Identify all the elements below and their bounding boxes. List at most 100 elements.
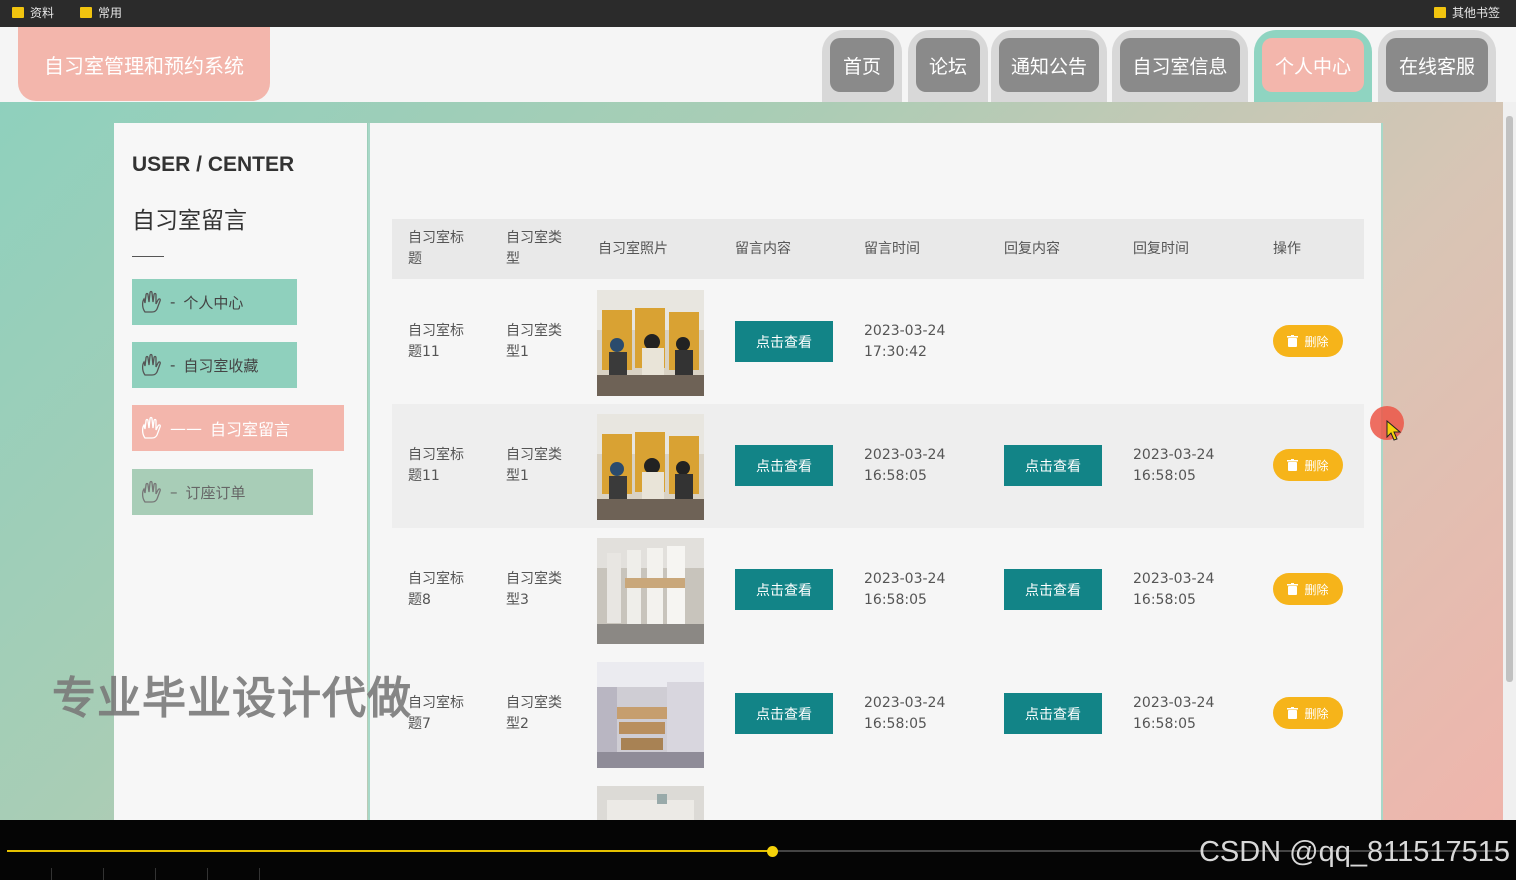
sidebar-item-label: 个人中心 xyxy=(183,293,244,312)
message-time: 2023-03-24 16:58:05 xyxy=(864,571,946,608)
reply-time: 2023-03-24 16:58:05 xyxy=(1133,447,1215,484)
view-message-button[interactable]: 点击查看 xyxy=(735,693,833,734)
column-header: 留言内容 xyxy=(735,240,791,257)
nav-label: 个人中心 xyxy=(1262,38,1364,92)
bookmarks-bar: 资料 常用 其他书签 xyxy=(0,0,1516,27)
trash-icon xyxy=(1287,459,1299,471)
hand-icon xyxy=(141,290,161,313)
main-panel: 自习室标题 自习室类型 自习室照片 留言内容 留言时间 回复内容 回复时间 操作… xyxy=(368,123,1383,820)
item-dash: - xyxy=(170,293,176,311)
nav-label: 首页 xyxy=(830,38,894,92)
sidebar-item-label: 订座订单 xyxy=(185,483,246,502)
view-reply-button[interactable]: 点击查看 xyxy=(1004,693,1102,734)
delete-label: 删除 xyxy=(1304,706,1329,721)
sidebar-item-user-center[interactable]: - 个人中心 xyxy=(132,279,297,325)
column-header: 自习室照片 xyxy=(598,240,668,257)
room-photo xyxy=(597,662,704,768)
room-title: 自习室标题7 xyxy=(408,695,464,732)
delete-button[interactable]: 删除 xyxy=(1273,573,1343,605)
room-title: 自习室标题11 xyxy=(408,447,464,484)
other-bookmarks[interactable]: 其他书签 xyxy=(1434,4,1500,21)
trash-icon xyxy=(1287,707,1299,719)
delete-button[interactable]: 删除 xyxy=(1273,449,1343,481)
table-row: 自习室标题7 自习室类型2 点击查看 2023-03-24 16:58:05 点… xyxy=(392,652,1364,776)
player-controls xyxy=(0,868,260,880)
room-type: 自习室类型1 xyxy=(506,323,562,360)
table-row: 自习室标题8 自习室类型3 点击查看 2023-03-24 16:58:05 点… xyxy=(392,528,1364,652)
trash-icon xyxy=(1287,335,1299,347)
vertical-scrollbar[interactable] xyxy=(1503,102,1516,820)
nav-room-info[interactable]: 自习室信息 xyxy=(1112,30,1248,102)
bookmark-folder[interactable]: 常用 xyxy=(80,4,122,21)
hand-icon xyxy=(141,416,161,439)
folder-icon xyxy=(12,7,24,18)
trash-icon xyxy=(1287,583,1299,595)
message-time: 2023-03-24 17:30:42 xyxy=(864,323,946,360)
nav-label: 自习室信息 xyxy=(1120,38,1240,92)
message-time: 2023-03-24 16:58:05 xyxy=(864,695,946,732)
sidebar-item-seat-orders[interactable]: – 订座订单 xyxy=(132,469,313,515)
nav-notices[interactable]: 通知公告 xyxy=(991,30,1107,102)
progress-played xyxy=(7,850,772,852)
room-type: 自习室类型1 xyxy=(506,447,562,484)
room-photo xyxy=(597,786,704,820)
column-header: 回复内容 xyxy=(1004,240,1060,257)
hand-icon xyxy=(141,353,161,376)
csdn-watermark: CSDN @qq_811517515 xyxy=(1198,836,1510,868)
column-header: 操作 xyxy=(1273,240,1301,257)
nav-label: 论坛 xyxy=(916,38,980,92)
column-header: 自习室标题 xyxy=(408,230,464,267)
delete-button[interactable]: 删除 xyxy=(1273,325,1343,357)
folder-icon xyxy=(1434,7,1446,18)
bookmark-label: 其他书签 xyxy=(1452,6,1501,20)
room-type: 自习室类型3 xyxy=(506,571,562,608)
overlay-text: 专业毕业设计代做 xyxy=(52,673,412,724)
table-header: 自习室标题 自习室类型 自习室照片 留言内容 留言时间 回复内容 回复时间 操作 xyxy=(392,219,1364,279)
site-header: 自习室管理和预约系统 首页 论坛 通知公告 自习室信息 个人中心 在线客服 xyxy=(0,27,1516,102)
nav-forum[interactable]: 论坛 xyxy=(908,30,988,102)
room-type: 自习室类型2 xyxy=(506,695,562,732)
video-player-bar: CSDN @qq_811517515 xyxy=(0,820,1516,880)
room-title: 自习室标题11 xyxy=(408,323,464,360)
message-time: 2023-03-24 16:58:05 xyxy=(864,447,946,484)
divider xyxy=(132,256,164,257)
view-message-button[interactable]: 点击查看 xyxy=(735,321,833,362)
nav-user-center[interactable]: 个人中心 xyxy=(1254,30,1372,102)
folder-icon xyxy=(80,7,92,18)
site-logo[interactable]: 自习室管理和预约系统 xyxy=(18,27,270,101)
bookmark-label: 资料 xyxy=(30,6,55,20)
sidebar-item-room-favorites[interactable]: - 自习室收藏 xyxy=(132,342,297,388)
sidebar-item-label: 自习室收藏 xyxy=(183,356,259,375)
view-reply-button[interactable]: 点击查看 xyxy=(1004,445,1102,486)
scrollbar-thumb[interactable] xyxy=(1506,116,1513,682)
reply-time: 2023-03-24 16:58:05 xyxy=(1133,571,1215,608)
sidebar-item-label: 自习室留言 xyxy=(210,420,291,439)
item-dash: —— xyxy=(170,418,202,438)
view-reply-button[interactable]: 点击查看 xyxy=(1004,569,1102,610)
column-header: 留言时间 xyxy=(864,240,920,257)
nav-label: 通知公告 xyxy=(999,38,1099,92)
room-photo xyxy=(597,538,704,644)
hand-icon xyxy=(141,480,161,503)
bookmark-folder[interactable]: 资料 xyxy=(12,4,54,21)
delete-button[interactable]: 删除 xyxy=(1273,697,1343,729)
room-title: 自习室标题8 xyxy=(408,571,464,608)
nav-label: 在线客服 xyxy=(1386,38,1488,92)
item-dash: – xyxy=(170,483,178,501)
bookmark-label: 常用 xyxy=(98,6,123,20)
sidebar-title: USER / CENTER xyxy=(132,153,295,176)
table-row: 自习室标题11 自习室类型1 点击查看 2023-03-24 17:30:42 … xyxy=(392,280,1364,404)
view-message-button[interactable]: 点击查看 xyxy=(735,445,833,486)
sidebar-item-room-messages[interactable]: —— 自习室留言 xyxy=(132,405,344,451)
mouse-pointer-icon xyxy=(1386,420,1402,441)
column-header: 回复时间 xyxy=(1133,240,1189,257)
column-header: 自习室类型 xyxy=(506,230,562,267)
nav-online-service[interactable]: 在线客服 xyxy=(1378,30,1496,102)
view-message-button[interactable]: 点击查看 xyxy=(735,569,833,610)
delete-label: 删除 xyxy=(1304,582,1329,597)
table-row: 自习室标题11 自习室类型1 点击查看 2023-03-24 16:58:05 … xyxy=(392,404,1364,528)
nav-home[interactable]: 首页 xyxy=(822,30,902,102)
progress-knob[interactable] xyxy=(767,846,778,857)
delete-label: 删除 xyxy=(1304,458,1329,473)
delete-label: 删除 xyxy=(1304,334,1329,349)
